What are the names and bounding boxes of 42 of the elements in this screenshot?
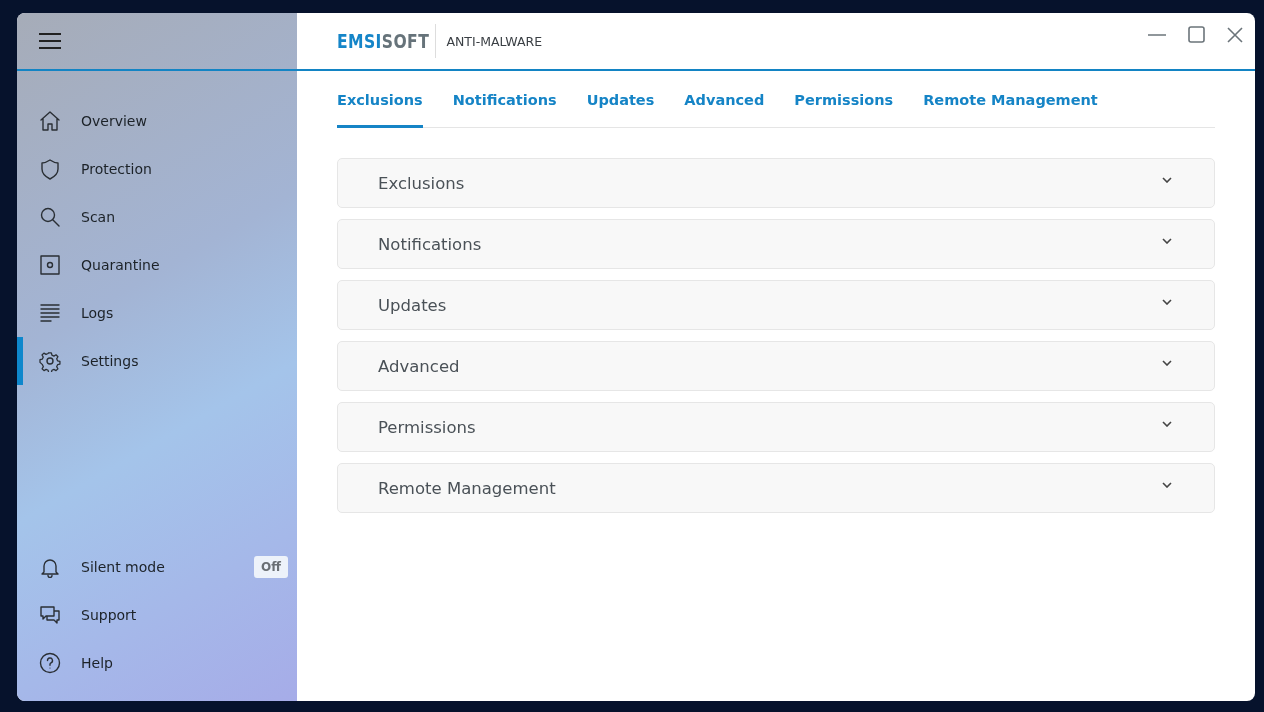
shield-icon — [39, 158, 61, 180]
home-icon — [39, 110, 61, 132]
maximize-icon[interactable] — [1188, 26, 1205, 43]
nav-item[interactable]: Scan — [17, 193, 297, 241]
tab[interactable]: Remote Management — [923, 71, 1098, 128]
tab[interactable]: Updates — [586, 71, 655, 128]
tab[interactable]: Exclusions — [337, 71, 423, 128]
minimize-icon[interactable] — [1148, 33, 1166, 36]
section-title: Notifications — [378, 234, 482, 254]
nav-item[interactable]: Settings — [17, 337, 297, 385]
section-header[interactable]: Advanced — [337, 341, 1215, 391]
nav-item[interactable]: Help — [17, 639, 113, 687]
emsisoft-logo: EMSISOFT — [337, 30, 430, 52]
section-header[interactable]: Permissions — [337, 402, 1215, 452]
chat-icon — [39, 604, 61, 626]
nav-item[interactable]: Overview — [17, 97, 297, 145]
nav-item[interactable]: Logs — [17, 289, 297, 337]
section-title: Advanced — [378, 356, 460, 376]
nav-item[interactable]: Support — [17, 591, 137, 639]
section-header[interactable]: Remote Management — [337, 463, 1215, 513]
section-title: Exclusions — [378, 173, 465, 193]
section-title: Permissions — [378, 417, 476, 437]
section-header[interactable]: Exclusions — [337, 158, 1215, 208]
tab[interactable]: Permissions — [794, 71, 894, 128]
product-name: ANTI-MALWARE — [446, 33, 543, 49]
bell-icon — [39, 556, 61, 578]
help-icon — [39, 652, 61, 674]
nav-item[interactable]: Silent mode — [17, 543, 165, 591]
nav-item[interactable]: Quarantine — [17, 241, 297, 289]
silent-mode-toggle[interactable]: Off — [254, 556, 288, 578]
section-header[interactable]: Updates — [337, 280, 1215, 330]
close-icon[interactable] — [1227, 26, 1243, 43]
list-icon — [39, 302, 61, 324]
menu-icon[interactable] — [39, 33, 61, 49]
section-title: Updates — [378, 295, 447, 315]
settings-icon — [39, 350, 61, 372]
search-icon — [39, 206, 61, 228]
tab[interactable]: Notifications — [452, 71, 557, 128]
section-title: Remote Management — [378, 478, 556, 498]
section-header[interactable]: Notifications — [337, 219, 1215, 269]
nav-item[interactable]: Protection — [17, 145, 297, 193]
tab[interactable]: Advanced — [684, 71, 765, 128]
